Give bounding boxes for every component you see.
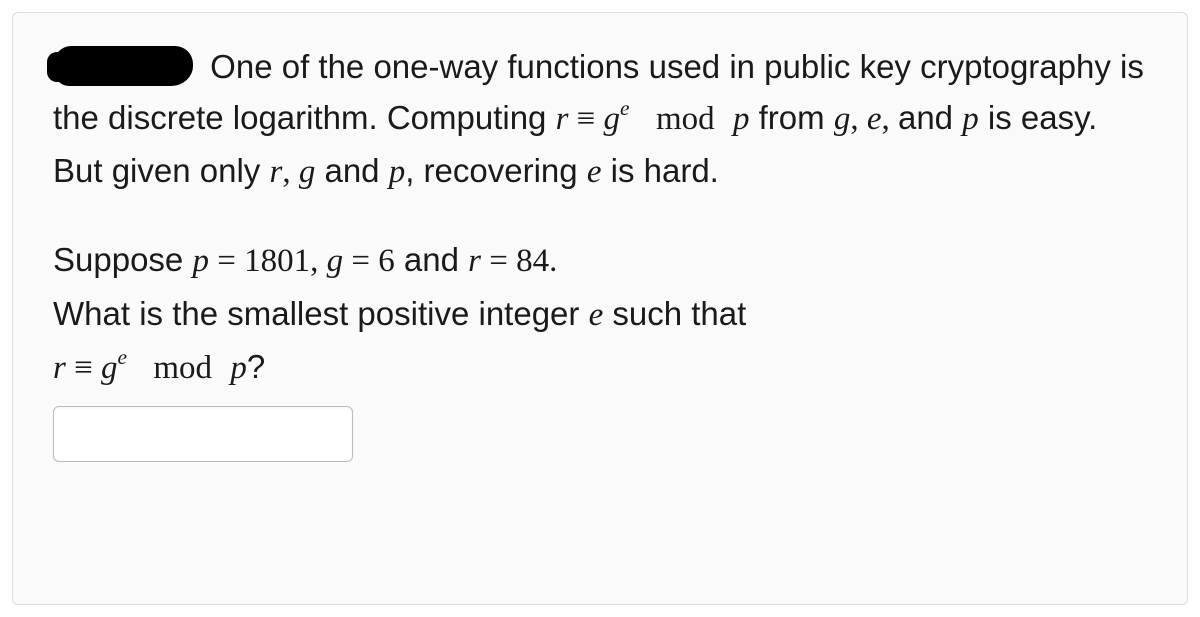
q-g-var: g [327, 243, 344, 279]
only-g: g [299, 154, 316, 190]
q-ask-1: What is the smallest positive integer [53, 295, 589, 332]
mod-1: mod [656, 101, 715, 137]
suppose-label: Suppose [53, 241, 192, 278]
sup-e: e [620, 96, 630, 120]
equiv-1: ≡ [568, 101, 603, 137]
q-ask-2: such that [603, 295, 746, 332]
list-e: e [867, 101, 882, 137]
tail-e: e [587, 154, 602, 190]
only-p: p [389, 154, 406, 190]
intro-paragraph: One of the one-way functions used in pub… [53, 41, 1147, 198]
q-eq-2: = [343, 243, 378, 279]
comma-1: , [850, 101, 867, 137]
q-sup-e: e [117, 345, 127, 369]
q-g-val: 6 [378, 243, 395, 279]
list-g: g [834, 101, 851, 137]
var-p: p [733, 101, 750, 137]
q-r-val: 84 [516, 243, 549, 279]
q-qmark: ? [247, 348, 265, 385]
comma-3: , [282, 154, 299, 190]
q-mod: mod [153, 350, 212, 386]
question-paragraph: Suppose p = 1801, g = 6 and r = 84. What… [53, 234, 1147, 393]
comma-2: , [881, 101, 898, 137]
q-period: . [549, 243, 557, 279]
answer-input[interactable] [53, 406, 353, 462]
q-p-var: p [192, 243, 209, 279]
q-r-var: r [468, 243, 481, 279]
q-eq-r: r [53, 350, 66, 386]
intro-text-4: , recovering [405, 152, 587, 189]
q-eq-1: = [209, 243, 244, 279]
var-r: r [556, 101, 569, 137]
q-eq-g: g [101, 350, 118, 386]
q-and: and [395, 241, 468, 278]
redaction-mark [53, 46, 193, 86]
intro-text-5: is hard. [601, 152, 718, 189]
and-1: and [898, 99, 962, 136]
q-sep-1: , [310, 243, 327, 279]
list-p: p [962, 101, 979, 137]
intro-text-2: from [749, 99, 833, 136]
q-ask-e: e [589, 297, 604, 333]
question-card: One of the one-way functions used in pub… [12, 12, 1188, 605]
q-eq-3: = [481, 243, 516, 279]
only-r: r [269, 154, 282, 190]
and-2: and [315, 152, 388, 189]
q-p-val: 1801 [244, 243, 310, 279]
q-eq-p: p [230, 350, 247, 386]
q-equiv: ≡ [66, 350, 101, 386]
var-g: g [604, 101, 621, 137]
